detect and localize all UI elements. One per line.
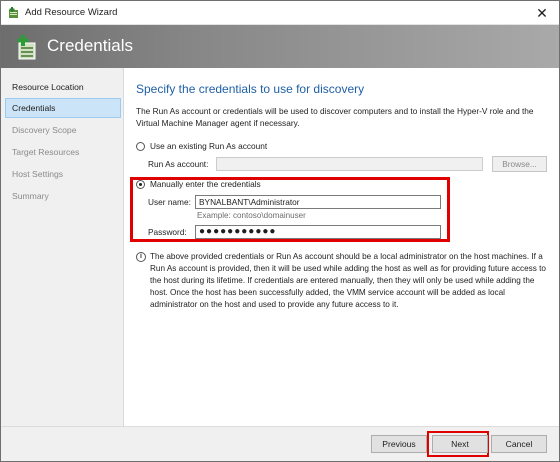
nav-item-target-resources[interactable]: Target Resources xyxy=(5,142,121,162)
wizard-step-nav: Resource Location Credentials Discovery … xyxy=(1,68,124,426)
add-resource-icon xyxy=(17,35,36,60)
window-title: Add Resource Wizard xyxy=(25,7,118,18)
info-icon: i xyxy=(136,252,146,262)
section-heading: Specify the credentials to use for disco… xyxy=(136,82,365,96)
nav-item-host-settings[interactable]: Host Settings xyxy=(5,164,121,184)
runas-account-label: Run As account: xyxy=(148,159,209,169)
username-label: User name: xyxy=(148,197,191,207)
existing-runas-label[interactable]: Use an existing Run As account xyxy=(150,141,267,151)
nav-item-discovery-scope[interactable]: Discovery Scope xyxy=(5,120,121,140)
header-banner: Credentials xyxy=(1,25,559,68)
wizard-add-icon xyxy=(9,7,18,18)
nav-item-resource-location[interactable]: Resource Location xyxy=(5,77,121,97)
previous-button[interactable]: Previous xyxy=(371,435,427,453)
main-content: Specify the credentials to use for disco… xyxy=(125,68,559,426)
nav-item-credentials[interactable]: Credentials xyxy=(5,98,121,118)
existing-runas-radio[interactable] xyxy=(136,142,145,151)
add-resource-wizard-window: Add Resource Wizard ✕ Credentials Resour… xyxy=(0,0,560,462)
manual-credentials-radio[interactable] xyxy=(136,180,145,189)
runas-account-input[interactable] xyxy=(216,157,483,171)
radio-selected-dot xyxy=(139,183,142,186)
cancel-button[interactable]: Cancel xyxy=(491,435,547,453)
title-bar: Add Resource Wizard ✕ xyxy=(1,1,559,25)
wizard-footer: Previous Next Cancel xyxy=(1,426,559,461)
nav-item-summary[interactable]: Summary xyxy=(5,186,121,206)
username-field[interactable]: BYNALBANT\Administrator xyxy=(195,195,441,209)
manual-credentials-label[interactable]: Manually enter the credentials xyxy=(150,179,261,189)
intro-text: The Run As account or credentials will b… xyxy=(136,106,534,128)
info-note: The above provided credentials or Run As… xyxy=(150,252,546,309)
page-title: Credentials xyxy=(47,36,133,55)
browse-button[interactable]: Browse... xyxy=(492,156,547,172)
close-button[interactable]: ✕ xyxy=(531,4,553,22)
password-field[interactable]: ●●●●●●●●●●● xyxy=(195,225,441,239)
next-button[interactable]: Next xyxy=(432,435,488,453)
password-label: Password: xyxy=(148,227,187,237)
username-example: Example: contoso\domainuser xyxy=(197,211,306,220)
